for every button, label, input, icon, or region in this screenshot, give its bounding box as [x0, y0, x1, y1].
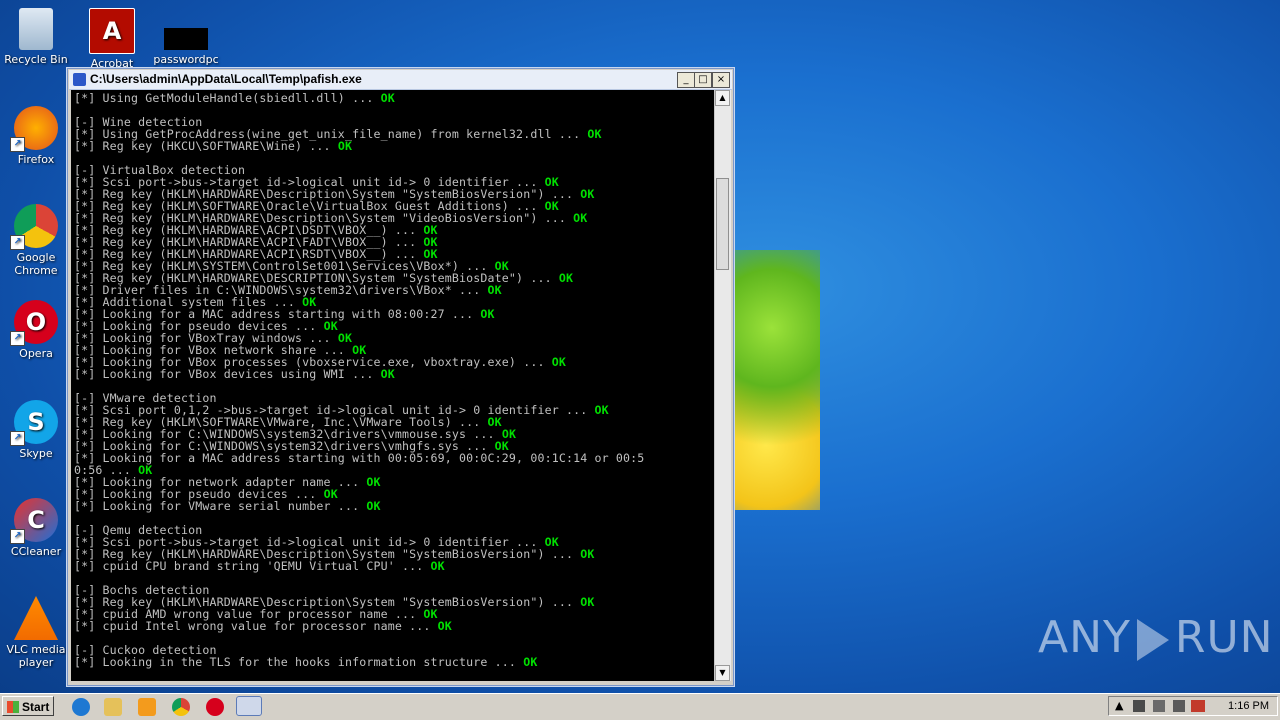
skype-icon: S ↗ [10, 400, 58, 446]
watermark-right-text: RUN [1174, 612, 1274, 663]
console-line: [*] Using GetModuleHandle(sbiedll.dll) .… [74, 91, 395, 105]
desktop-icon-recycle-bin[interactable]: Recycle Bin [0, 8, 72, 66]
opera-taskbar-icon[interactable] [206, 698, 224, 716]
status-ok: OK [573, 211, 588, 225]
console-output[interactable]: [*] Using GetModuleHandle(sbiedll.dll) .… [71, 90, 714, 681]
status-ok: OK [523, 655, 538, 669]
desktop-icon-label: Google Chrome [14, 251, 58, 277]
acrobat-icon: A [89, 8, 135, 54]
shortcut-arrow-icon: ↗ [10, 529, 25, 544]
console-line-text: [*] cpuid Intel wrong value for processo… [74, 619, 438, 633]
recycle-bin-icon [19, 8, 53, 50]
console-line-text: [*] Using GetModuleHandle(sbiedll.dll) .… [74, 91, 381, 105]
console-line-text: [*] Looking in the TLS for the hooks inf… [74, 655, 524, 669]
status-ok: OK [580, 187, 595, 201]
window-titlebar[interactable]: C:\Users\admin\AppData\Local\Temp\pafish… [69, 70, 732, 90]
console-line: [*] Reg key (HKCU\SOFTWARE\Wine) ... OK [74, 139, 352, 153]
scroll-down-button[interactable]: ▼ [715, 665, 730, 681]
file-icon [164, 28, 208, 50]
window-title: C:\Users\admin\AppData\Local\Temp\pafish… [90, 72, 362, 86]
status-ok: OK [487, 283, 502, 297]
status-ok: OK [337, 139, 353, 153]
console-line-text: [*] cpuid CPU brand string 'QEMU Virtual… [74, 559, 431, 573]
console-line: [*] Looking in the TLS for the hooks inf… [74, 655, 537, 669]
tray-expand-icon[interactable]: ▲ [1115, 699, 1123, 712]
start-button[interactable]: Start [2, 696, 54, 716]
system-tray: ▲ 1:16 PM [1108, 696, 1278, 716]
opera-icon: O ↗ [10, 300, 58, 346]
console-line-text: [*] Reg key (HKCU\SOFTWARE\Wine) ... [74, 139, 338, 153]
chrome-icon: ↗ [10, 204, 58, 250]
network-icon[interactable] [1153, 700, 1165, 712]
desktop-icon-label: CCleaner [10, 545, 62, 558]
console-line: [*] cpuid CPU brand string 'QEMU Virtual… [74, 559, 445, 573]
status-ok: OK [366, 475, 381, 489]
desktop-icon-label: Firefox [17, 153, 55, 166]
chrome-taskbar-icon[interactable] [172, 698, 190, 716]
status-ok: OK [587, 127, 602, 141]
start-label: Start [22, 700, 50, 714]
desktop-icon-label: passwordpc [153, 53, 219, 66]
status-ok: OK [366, 499, 381, 513]
desktop-icon-label: Skype [19, 447, 53, 460]
windows-flag-icon [7, 701, 19, 713]
close-button[interactable]: × [712, 72, 730, 88]
taskbar: Start ▲ 1:16 PM [0, 693, 1280, 720]
status-ok: OK [437, 619, 452, 633]
action-center-icon[interactable] [1133, 700, 1145, 712]
desktop-icon-label: VLC media player [6, 643, 66, 669]
vlc-icon [14, 596, 58, 640]
console-line: [*] Looking for VMware serial number ...… [74, 499, 381, 513]
status-ok: OK [380, 91, 395, 105]
status-ok: OK [430, 559, 445, 573]
vertical-scrollbar[interactable]: ▲ ▼ [714, 90, 731, 681]
console-line: [*] Looking for a MAC address starting w… [74, 451, 644, 465]
desktop-icon-skype[interactable]: S ↗ Skype [0, 400, 72, 460]
taskbar-clock[interactable]: 1:16 PM [1228, 700, 1269, 712]
ie-taskbar-icon[interactable] [72, 698, 90, 716]
shortcut-arrow-icon: ↗ [10, 331, 25, 346]
status-ok: OK [551, 355, 566, 369]
shortcut-arrow-icon: ↗ [10, 235, 25, 250]
desktop-icon-chrome[interactable]: ↗ Google Chrome [0, 204, 72, 277]
status-ok: OK [580, 547, 595, 561]
firefox-icon: ↗ [10, 106, 58, 152]
play-icon [1136, 619, 1169, 661]
explorer-taskbar-icon[interactable] [104, 698, 122, 716]
security-alert-icon[interactable] [1191, 700, 1205, 712]
desktop-icon-label: Recycle Bin [4, 53, 68, 66]
scroll-thumb[interactable] [716, 178, 729, 270]
console-line: [*] cpuid Intel wrong value for processo… [74, 619, 452, 633]
desktop-icon-vlc[interactable]: VLC media player [0, 596, 72, 669]
status-ok: OK [594, 403, 609, 417]
console-line-text: [*] Looking for a MAC address starting w… [74, 451, 645, 465]
desktop-icon-firefox[interactable]: ↗ Firefox [0, 106, 72, 166]
desktop-icon-opera[interactable]: O ↗ Opera [0, 300, 72, 360]
status-ok: OK [380, 367, 395, 381]
anyrun-watermark: ANY RUN [1038, 612, 1274, 663]
console-taskbar-button[interactable] [236, 696, 262, 716]
ccleaner-icon: C ↗ [10, 498, 58, 544]
status-ok: OK [580, 595, 595, 609]
console-app-icon [73, 73, 86, 86]
volume-icon[interactable] [1173, 700, 1185, 712]
desktop-icon-passwordpc[interactable]: passwordpc [150, 8, 222, 66]
desktop-icon-label: Opera [19, 347, 53, 360]
console-line-text: [*] Looking for VMware serial number ... [74, 499, 367, 513]
scroll-up-button[interactable]: ▲ [715, 90, 730, 106]
maximize-button[interactable]: □ [694, 72, 712, 88]
console-line-text: [*] Looking for VBox devices using WMI .… [74, 367, 381, 381]
shortcut-arrow-icon: ↗ [10, 137, 25, 152]
status-ok: OK [480, 307, 495, 321]
desktop-icon-ccleaner[interactable]: C ↗ CCleaner [0, 498, 72, 558]
status-ok: OK [558, 271, 574, 285]
desktop-icon-acrobat[interactable]: A Acrobat [76, 8, 148, 70]
shortcut-arrow-icon: ↗ [10, 431, 25, 446]
watermark-left-text: ANY [1038, 612, 1131, 663]
console-window[interactable]: C:\Users\admin\AppData\Local\Temp\pafish… [67, 68, 734, 686]
minimize-button[interactable]: _ [677, 72, 695, 88]
media-taskbar-icon[interactable] [138, 698, 156, 716]
console-line: [*] Looking for VBox devices using WMI .… [74, 367, 395, 381]
console-text: [*] Using GetModuleHandle(sbiedll.dll) .… [71, 90, 714, 670]
